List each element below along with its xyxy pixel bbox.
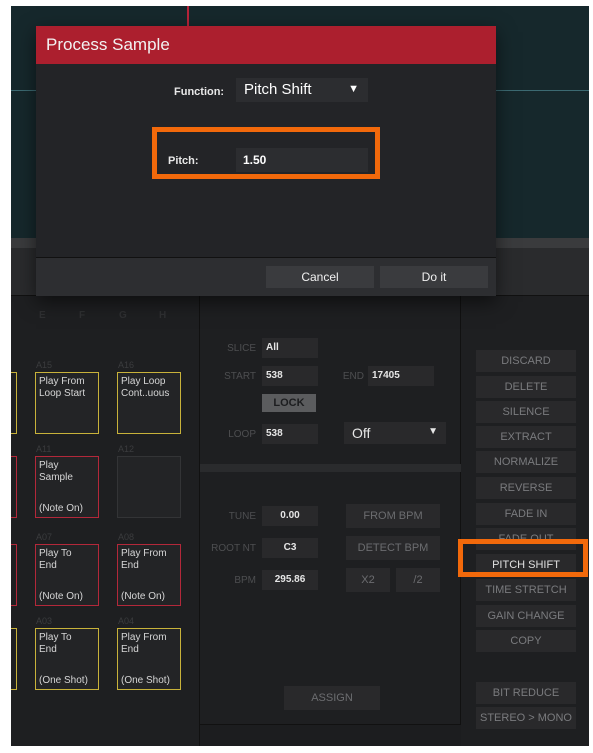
- column-header-h: H: [159, 310, 167, 321]
- pad-function-label: Play Sample: [39, 460, 73, 483]
- pad-name: A12: [118, 444, 135, 454]
- tune-label: TUNE: [228, 511, 256, 522]
- loop-field[interactable]: 538: [262, 424, 318, 444]
- reverse-button[interactable]: REVERSE: [476, 477, 576, 499]
- loop-label: LOOP: [228, 429, 256, 440]
- pad-a15[interactable]: A15 Play From Loop Start: [35, 360, 99, 434]
- pad-name: A11: [36, 444, 52, 454]
- dropdown-arrow-icon: ▼: [428, 426, 438, 437]
- bit-reduce-button[interactable]: BIT REDUCE: [476, 682, 576, 704]
- pitch-shift-highlight: [458, 539, 588, 577]
- assign-button[interactable]: ASSIGN: [284, 686, 380, 710]
- pad-function-label: Play From End: [121, 548, 167, 571]
- end-label: END: [342, 371, 364, 382]
- pad-partial[interactable]: [11, 456, 17, 518]
- pad-function-label: Play To End: [39, 632, 72, 655]
- slice-field[interactable]: All: [262, 338, 318, 358]
- function-select[interactable]: Pitch Shift ▼: [236, 78, 368, 102]
- process-list: DISCARD DELETE SILENCE EXTRACT NORMALIZE…: [461, 296, 589, 746]
- pad-trigger-mode: (Note On): [39, 503, 83, 514]
- do-it-button[interactable]: Do it: [380, 266, 488, 288]
- section-divider: [200, 464, 462, 472]
- stereo-to-mono-button[interactable]: STEREO > MONO: [476, 707, 576, 729]
- column-header-f: F: [79, 310, 86, 321]
- fade-in-button[interactable]: FADE IN: [476, 503, 576, 525]
- pad-name: A15: [36, 360, 53, 370]
- half-button[interactable]: /2: [396, 568, 440, 592]
- pad-trigger-mode: (Note On): [39, 591, 83, 602]
- root-note-field[interactable]: C3: [262, 538, 318, 558]
- pad-partial[interactable]: [11, 628, 17, 690]
- pad-a07[interactable]: A07 Play To End (Note On): [35, 532, 99, 606]
- dialog-footer: Cancel Do it: [36, 258, 496, 296]
- end-field[interactable]: 17405: [368, 366, 434, 386]
- pad-name: A16: [118, 360, 135, 370]
- function-label: Function:: [174, 86, 225, 98]
- extract-button[interactable]: EXTRACT: [476, 426, 576, 448]
- tune-field[interactable]: 0.00: [262, 506, 318, 526]
- copy-button[interactable]: COPY: [476, 630, 576, 652]
- panel-footer: [200, 724, 462, 746]
- pad-partial[interactable]: [11, 544, 17, 606]
- pad-name: A03: [36, 616, 53, 626]
- x2-button[interactable]: X2: [346, 568, 390, 592]
- app-window: E F G H A15 Play From Loop Start A16 Pla…: [11, 6, 589, 746]
- sample-settings-panel: SLICE All START 538 END 17405 LOCK LOOP …: [199, 296, 462, 746]
- pad-function-label: Play Loop Cont..uous: [121, 376, 170, 399]
- function-value: Pitch Shift: [244, 81, 312, 98]
- pad-name: A08: [118, 532, 135, 542]
- cancel-button[interactable]: Cancel: [266, 266, 374, 288]
- pad-a11[interactable]: A11 Play Sample (Note On): [35, 444, 99, 518]
- pad-name: A07: [36, 532, 53, 542]
- pad-a16[interactable]: A16 Play Loop Cont..uous: [117, 360, 181, 434]
- pad-function-label: Play To End: [39, 548, 72, 571]
- start-label: START: [224, 371, 256, 382]
- start-field[interactable]: 538: [262, 366, 318, 386]
- pad-trigger-mode: (One Shot): [121, 675, 170, 686]
- pitch-field-highlight: [152, 127, 380, 179]
- slice-label: SLICE: [227, 343, 256, 354]
- pad-a12[interactable]: A12: [117, 444, 181, 518]
- loop-mode-value: Off: [352, 425, 371, 441]
- column-header-e: E: [39, 310, 46, 321]
- pad-function-label: Play From Loop Start: [39, 376, 86, 399]
- pad-trigger-mode: (Note On): [121, 591, 165, 602]
- discard-button[interactable]: DISCARD: [476, 350, 576, 372]
- bpm-label: BPM: [234, 575, 256, 586]
- normalize-button[interactable]: NORMALIZE: [476, 451, 576, 473]
- silence-button[interactable]: SILENCE: [476, 401, 576, 423]
- pad-a04[interactable]: A04 Play From End (One Shot): [117, 616, 181, 690]
- dialog-title: Process Sample: [36, 26, 496, 64]
- pad-name: A04: [118, 616, 135, 626]
- lock-button[interactable]: LOCK: [262, 394, 316, 412]
- root-note-label: ROOT NT: [211, 543, 256, 554]
- delete-button[interactable]: DELETE: [476, 376, 576, 398]
- column-header-g: G: [119, 310, 127, 321]
- gain-change-button[interactable]: GAIN CHANGE: [476, 605, 576, 627]
- loop-mode-select[interactable]: Off ▼: [344, 422, 446, 444]
- time-stretch-button[interactable]: TIME STRETCH: [476, 579, 576, 601]
- bpm-field[interactable]: 295.86: [262, 570, 318, 590]
- pad-grid: E F G H A15 Play From Loop Start A16 Pla…: [11, 296, 199, 746]
- dropdown-arrow-icon: ▼: [348, 83, 359, 95]
- pad-a03[interactable]: A03 Play To End (One Shot): [35, 616, 99, 690]
- from-bpm-button[interactable]: FROM BPM: [346, 504, 440, 528]
- pad-a08[interactable]: A08 Play From End (Note On): [117, 532, 181, 606]
- pad-partial[interactable]: [11, 372, 17, 434]
- pad-function-label: Play From End: [121, 632, 167, 655]
- detect-bpm-button[interactable]: DETECT BPM: [346, 536, 440, 560]
- pad-trigger-mode: (One Shot): [39, 675, 88, 686]
